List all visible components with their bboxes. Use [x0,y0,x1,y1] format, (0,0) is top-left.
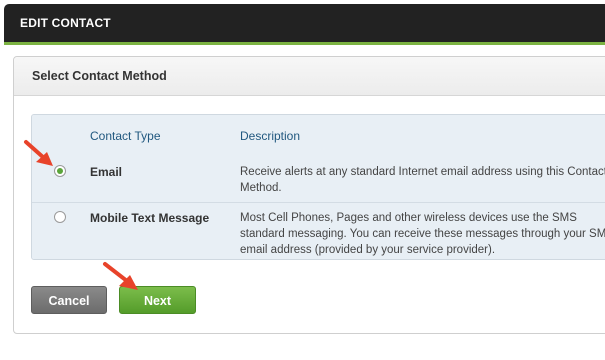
description-email: Receive alerts at any standard Internet … [240,166,605,194]
table-header: Contact Type Description [32,115,605,157]
annotation-arrow-icon [24,140,53,166]
column-header-contact-type: Contact Type [90,129,161,143]
column-header-description: Description [240,129,301,143]
table-row-email[interactable]: Email Receive alerts at any standard Int… [32,156,605,203]
contact-method-table: Contact Type Description Email Receive a… [31,114,605,260]
table-row-mobile-text[interactable]: Mobile Text Message Most Cell Phones, Pa… [32,203,605,259]
top-bar: EDIT CONTACT [4,4,605,42]
panel-title: Select Contact Method [32,69,167,83]
mobile-text-radio[interactable] [54,211,66,223]
panel-header: Select Contact Method [14,57,605,96]
cancel-button[interactable]: Cancel [31,286,107,314]
contact-type-mobile-text: Mobile Text Message [90,211,210,225]
contact-type-email: Email [90,165,123,179]
annotation-arrow-icon [103,262,138,290]
accent-line [4,42,605,45]
description-mobile-text: Most Cell Phones, Pages and other wirele… [240,212,605,256]
page-title: EDIT CONTACT [20,16,111,30]
